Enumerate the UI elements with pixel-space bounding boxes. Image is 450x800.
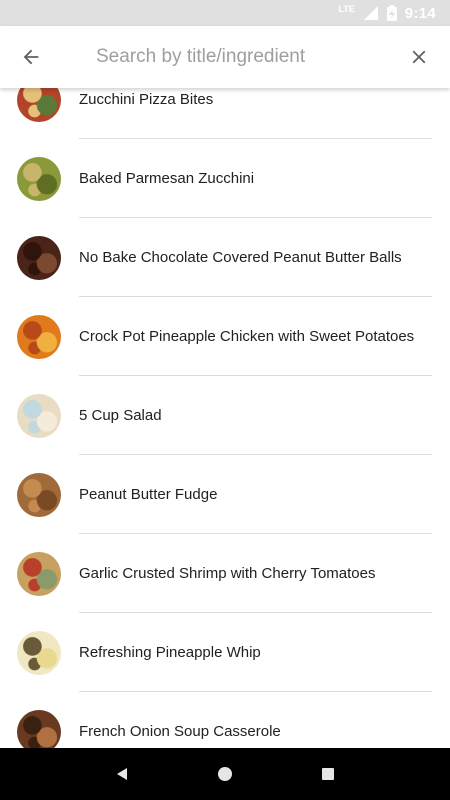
list-item[interactable]: Zucchini Pizza Bites xyxy=(0,88,450,139)
recipe-thumbnail xyxy=(17,236,61,280)
recipe-thumbnail xyxy=(17,157,61,201)
nav-recents-button[interactable] xyxy=(308,754,348,794)
status-bar: LTE 9:14 xyxy=(0,0,450,26)
battery-charging-icon xyxy=(386,5,397,21)
list-item[interactable]: French Onion Soup Casserole xyxy=(0,692,450,748)
recipe-title: Refreshing Pineapple Whip xyxy=(79,644,261,661)
nav-home-icon xyxy=(217,767,232,781)
nav-back-icon xyxy=(116,768,127,780)
signal-icon xyxy=(363,6,378,20)
recipe-thumbnail xyxy=(17,631,61,675)
list-item[interactable]: Crock Pot Pineapple Chicken with Sweet P… xyxy=(0,297,450,376)
recipe-thumbnail xyxy=(17,710,61,748)
recipe-title: French Onion Soup Casserole xyxy=(79,723,281,740)
status-time: 9:14 xyxy=(404,4,436,22)
list-item[interactable]: 5 Cup Salad xyxy=(0,376,450,455)
arrow-back-icon xyxy=(23,49,39,65)
close-icon xyxy=(412,50,426,64)
system-nav-bar xyxy=(0,748,450,800)
recipe-title: Crock Pot Pineapple Chicken with Sweet P… xyxy=(79,328,415,345)
recipe-thumbnail xyxy=(17,394,61,438)
list-item[interactable]: Peanut Butter Fudge xyxy=(0,455,450,534)
list-item[interactable]: Garlic Crusted Shrimp with Cherry Tomato… xyxy=(0,534,450,613)
search-input[interactable] xyxy=(62,37,388,77)
network-type: LTE xyxy=(338,4,355,14)
back-button[interactable] xyxy=(0,26,62,88)
list-item[interactable]: No Bake Chocolate Covered Peanut Butter … xyxy=(0,218,450,297)
recipe-title: Garlic Crusted Shrimp with Cherry Tomato… xyxy=(79,565,376,582)
recipe-title: No Bake Chocolate Covered Peanut Butter … xyxy=(79,249,402,266)
recipe-title: Zucchini Pizza Bites xyxy=(79,91,214,108)
nav-recents-icon xyxy=(322,768,335,780)
recipe-title: 5 Cup Salad xyxy=(79,407,162,424)
nav-home-button[interactable] xyxy=(205,754,245,794)
nav-back-button[interactable] xyxy=(102,754,142,794)
recipe-thumbnail xyxy=(17,88,61,122)
list-item[interactable]: Baked Parmesan Zucchini xyxy=(0,139,450,218)
recipe-thumbnail xyxy=(17,315,61,359)
recipe-list[interactable]: Zucchini Pizza Bites Baked Parmesan Zucch… xyxy=(0,88,450,748)
clear-search-button[interactable] xyxy=(388,26,450,88)
recipe-title: Baked Parmesan Zucchini xyxy=(79,170,255,187)
recipe-title: Peanut Butter Fudge xyxy=(79,486,218,503)
list-item[interactable]: Refreshing Pineapple Whip xyxy=(0,613,450,692)
search-app-bar xyxy=(0,26,450,88)
recipe-thumbnail xyxy=(17,552,61,596)
recipe-thumbnail xyxy=(17,473,61,517)
